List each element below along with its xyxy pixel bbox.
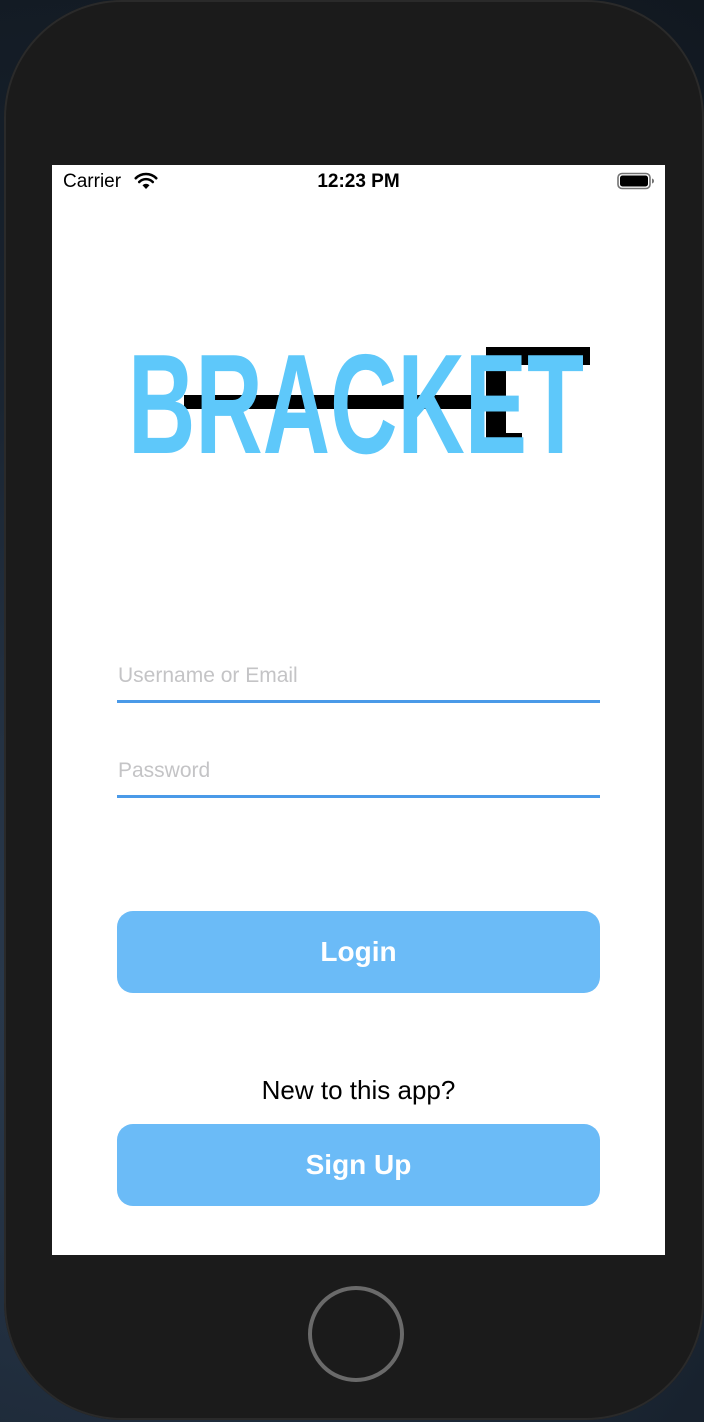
- password-input[interactable]: [117, 751, 602, 791]
- device-frame: Carrier 12:23 PM BRACKET Username or Ema…: [4, 0, 704, 1420]
- status-bar: Carrier 12:23 PM: [52, 165, 665, 199]
- username-input[interactable]: [117, 656, 602, 696]
- home-button[interactable]: [308, 1286, 404, 1382]
- bracket-logo: BRACKET: [128, 345, 590, 455]
- app-screen: Carrier 12:23 PM BRACKET Username or Ema…: [52, 165, 665, 1255]
- username-field[interactable]: [117, 648, 602, 703]
- status-time: 12:23 PM: [317, 171, 400, 192]
- signup-button[interactable]: Sign Up: [117, 1124, 600, 1206]
- logo-wordmark: BRACKET: [128, 345, 584, 455]
- battery-icon: [617, 172, 654, 190]
- password-field[interactable]: [117, 743, 602, 798]
- login-button[interactable]: Login: [117, 911, 600, 993]
- signup-prompt: New to this app?: [261, 1075, 456, 1105]
